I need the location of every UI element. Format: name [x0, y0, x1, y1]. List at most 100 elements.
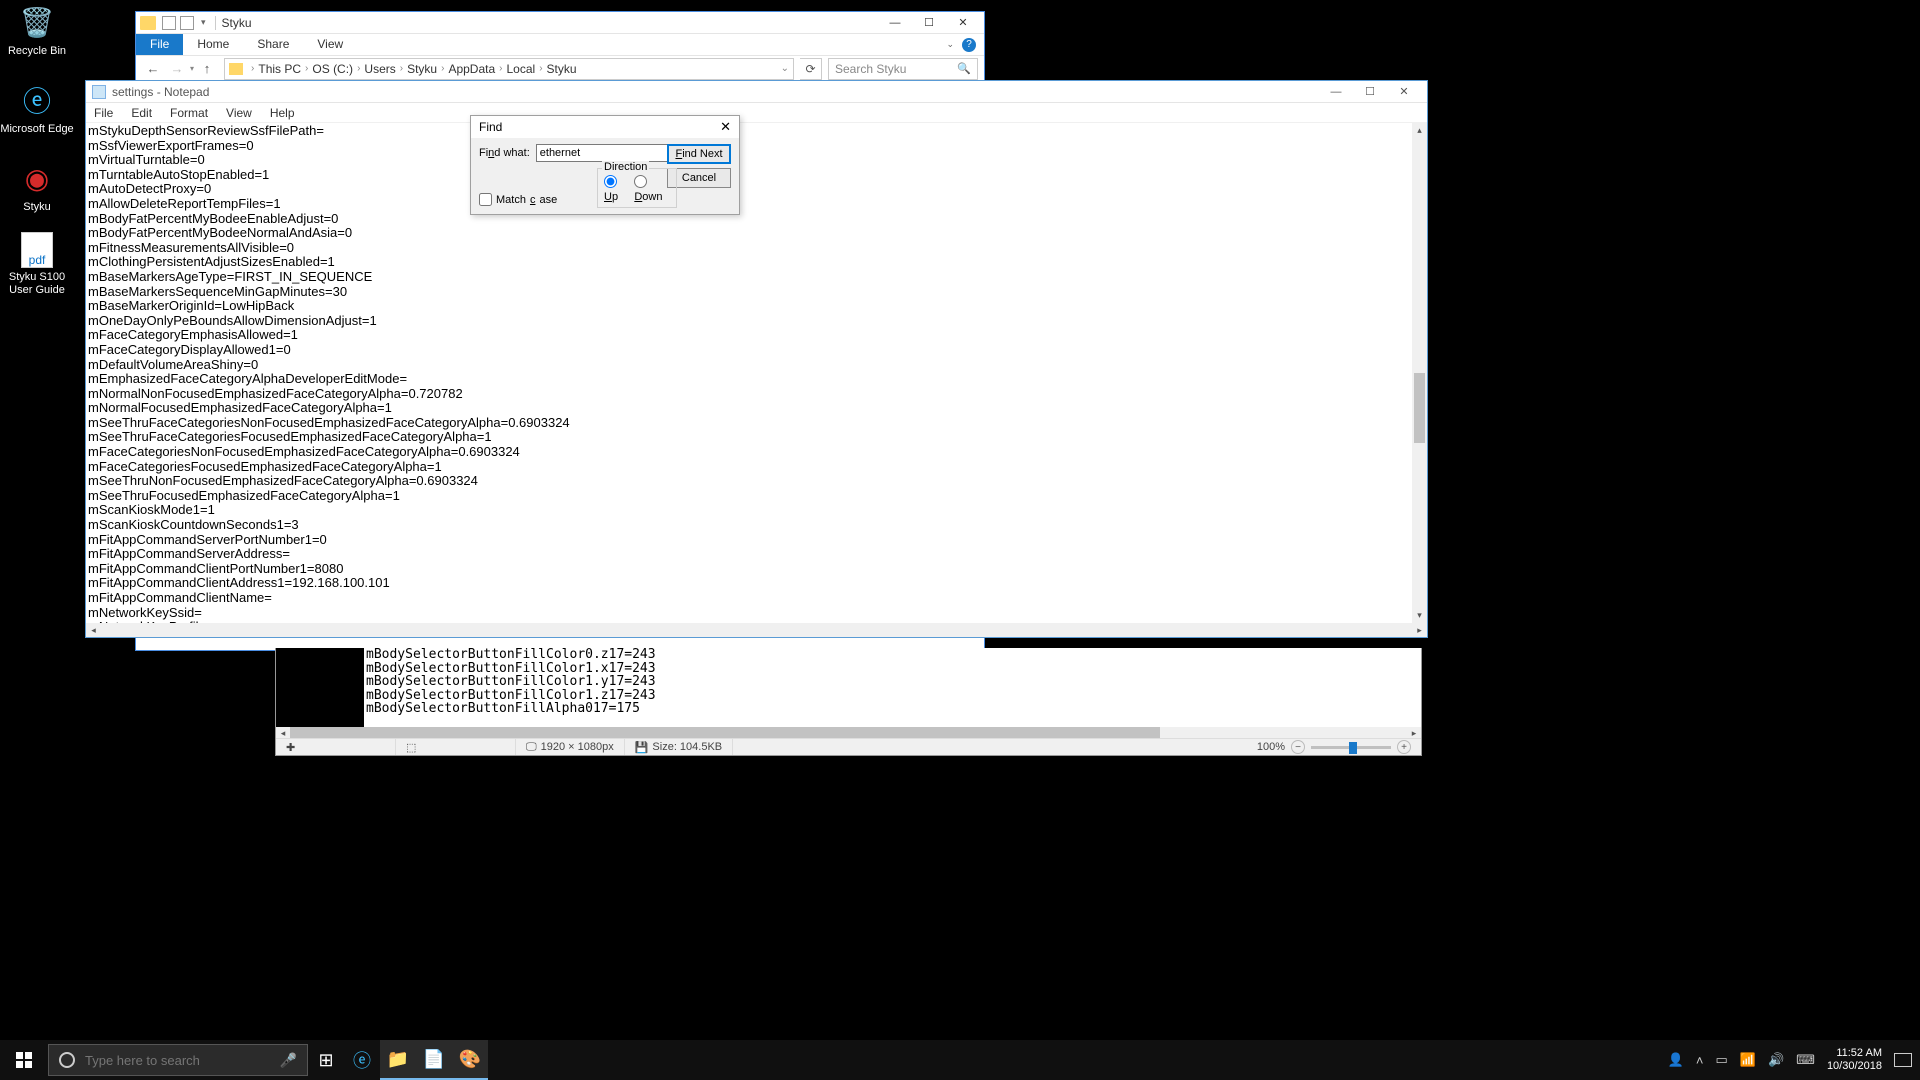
breadcrumb[interactable]: Styku [547, 62, 577, 76]
maximize-button[interactable]: ☐ [912, 13, 946, 33]
nav-history-dropdown[interactable]: ▾ [190, 64, 194, 73]
status-selection: ⬚ [396, 739, 516, 755]
notepad-menubar: File Edit Format View Help [86, 103, 1427, 123]
match-case-checkbox[interactable]: Match case [479, 193, 557, 206]
refresh-button[interactable]: ⟳ [800, 58, 822, 80]
taskbar-notepad[interactable]: 📄 [416, 1040, 452, 1080]
volume-icon[interactable]: 🔊 [1768, 1052, 1784, 1068]
zoom-slider[interactable] [1311, 746, 1391, 749]
menu-file[interactable]: File [90, 105, 117, 121]
paint-statusbar: ✚ ⬚ 🖵 1920 × 1080px 💾 Size: 104.5KB 100%… [276, 738, 1421, 755]
scroll-right-icon[interactable]: ▸ [1412, 623, 1427, 637]
menu-edit[interactable]: Edit [127, 105, 156, 121]
close-button[interactable]: ✕ [720, 119, 731, 135]
tab-share[interactable]: Share [243, 34, 303, 55]
scroll-thumb[interactable] [1414, 373, 1425, 443]
address-dropdown-icon[interactable]: ⌄ [781, 63, 789, 74]
desktop-icon-edge[interactable]: ⓔ Microsoft Edge [0, 80, 74, 136]
recycle-bin-icon: 🗑️ [17, 2, 57, 42]
desktop-icon-recycle-bin[interactable]: 🗑️ Recycle Bin [0, 2, 74, 58]
nav-back-button[interactable]: ← [142, 58, 164, 80]
close-button[interactable]: ✕ [1387, 82, 1421, 102]
desktop-icon-guide[interactable]: pdf Styku S100 User Guide [0, 232, 74, 297]
qat-newfolder-icon[interactable] [180, 16, 194, 30]
notepad-window: settings - Notepad — ☐ ✕ File Edit Forma… [85, 80, 1428, 638]
breadcrumb[interactable]: AppData [448, 62, 495, 76]
address-bar[interactable]: › This PC› OS (C:)› Users› Styku› AppDat… [224, 58, 794, 80]
scroll-left-icon[interactable]: ◂ [86, 623, 101, 637]
menu-help[interactable]: Help [266, 105, 299, 121]
windows-icon [16, 1052, 32, 1068]
explorer-titlebar[interactable]: ▾ Styku — ☐ ✕ [136, 12, 984, 34]
status-cursor: ✚ [276, 739, 396, 755]
find-title: Find [479, 120, 502, 134]
taskbar-search[interactable]: 🎤 [48, 1044, 308, 1076]
system-tray: 👤 ˄ ▭ 📶 🔊 ⌨ 11:52 AM 10/30/2018 [1660, 1040, 1920, 1080]
tab-home[interactable]: Home [183, 34, 243, 55]
minimize-button[interactable]: — [878, 13, 912, 33]
paint-content[interactable]: mBodySelectorButtonFillColor0.z17=243 mB… [364, 648, 1421, 728]
taskbar-clock[interactable]: 11:52 AM 10/30/2018 [1827, 1047, 1882, 1073]
taskbar-explorer[interactable]: 📁 [380, 1040, 416, 1080]
breadcrumb[interactable]: OS (C:) [312, 62, 353, 76]
qat-properties-icon[interactable] [162, 16, 176, 30]
paint-canvas-bg [276, 648, 364, 728]
qat-dropdown-icon[interactable]: ▾ [201, 17, 206, 28]
separator [215, 16, 216, 30]
breadcrumb[interactable]: Users [364, 62, 395, 76]
action-center-icon[interactable] [1894, 1053, 1912, 1067]
search-icon: 🔍 [957, 62, 971, 75]
nav-forward-button[interactable]: → [166, 58, 188, 80]
scrollbar-horizontal[interactable]: ◂ ▸ [86, 623, 1427, 637]
direction-up[interactable]: Up [604, 175, 628, 203]
keyboard-icon[interactable]: ⌨ [1796, 1052, 1815, 1068]
pdf-icon: pdf [21, 232, 53, 268]
find-what-label: Find what: [479, 147, 530, 159]
paint-text: mBodySelectorButtonFillColor0.z17=243 mB… [364, 648, 1421, 716]
maximize-button[interactable]: ☐ [1353, 82, 1387, 102]
styku-icon: ◉ [17, 158, 57, 198]
find-next-button[interactable]: Find Next [667, 144, 731, 164]
scroll-down-icon[interactable]: ▾ [1412, 608, 1427, 623]
desktop-label: Recycle Bin [0, 45, 74, 58]
ribbon-help[interactable]: ⌄? [938, 34, 984, 55]
taskbar-search-input[interactable] [85, 1053, 270, 1068]
desktop-label: Styku S100 User Guide [0, 271, 74, 297]
explorer-title: Styku [222, 16, 252, 30]
start-button[interactable] [0, 1040, 48, 1080]
tab-file[interactable]: File [136, 34, 183, 55]
explorer-search[interactable]: Search Styku 🔍 [828, 58, 978, 80]
explorer-ribbon: File Home Share View ⌄? [136, 34, 984, 56]
scrollbar-vertical[interactable]: ▴ ▾ [1412, 123, 1427, 623]
nav-up-button[interactable]: ↑ [196, 58, 218, 80]
wifi-icon[interactable]: 📶 [1740, 1052, 1756, 1068]
menu-format[interactable]: Format [166, 105, 212, 121]
taskbar-edge[interactable]: ⓔ [344, 1040, 380, 1080]
notepad-titlebar[interactable]: settings - Notepad — ☐ ✕ [86, 81, 1427, 103]
explorer-navbar: ← → ▾ ↑ › This PC› OS (C:)› Users› Styku… [136, 56, 984, 82]
breadcrumb[interactable]: Styku [407, 62, 437, 76]
scroll-up-icon[interactable]: ▴ [1412, 123, 1427, 138]
tray-chevron-icon[interactable]: ˄ [1696, 1053, 1704, 1068]
tab-view[interactable]: View [303, 34, 357, 55]
people-icon[interactable]: 👤 [1668, 1052, 1684, 1068]
close-button[interactable]: ✕ [946, 13, 980, 33]
desktop-icon-styku[interactable]: ◉ Styku [0, 158, 74, 214]
direction-down[interactable]: Down [634, 175, 670, 203]
status-filesize: 💾 Size: 104.5KB [625, 739, 733, 755]
zoom-out-button[interactable]: − [1291, 740, 1305, 754]
find-titlebar[interactable]: Find ✕ [471, 116, 739, 138]
menu-view[interactable]: View [222, 105, 256, 121]
battery-icon[interactable]: ▭ [1716, 1052, 1728, 1068]
notepad-title: settings - Notepad [112, 85, 209, 99]
zoom-in-button[interactable]: + [1397, 740, 1411, 754]
notepad-text-area[interactable]: mStykuDepthSensorReviewSsfFilePath= mSsf… [86, 123, 1427, 637]
breadcrumb[interactable]: Local [507, 62, 536, 76]
mic-icon[interactable]: 🎤 [280, 1052, 297, 1069]
task-view-button[interactable]: ⊞ [308, 1040, 344, 1080]
notepad-icon [92, 85, 106, 99]
breadcrumb[interactable]: This PC [258, 62, 301, 76]
minimize-button[interactable]: — [1319, 82, 1353, 102]
taskbar-paint[interactable]: 🎨 [452, 1040, 488, 1080]
clock-date: 10/30/2018 [1827, 1060, 1882, 1073]
